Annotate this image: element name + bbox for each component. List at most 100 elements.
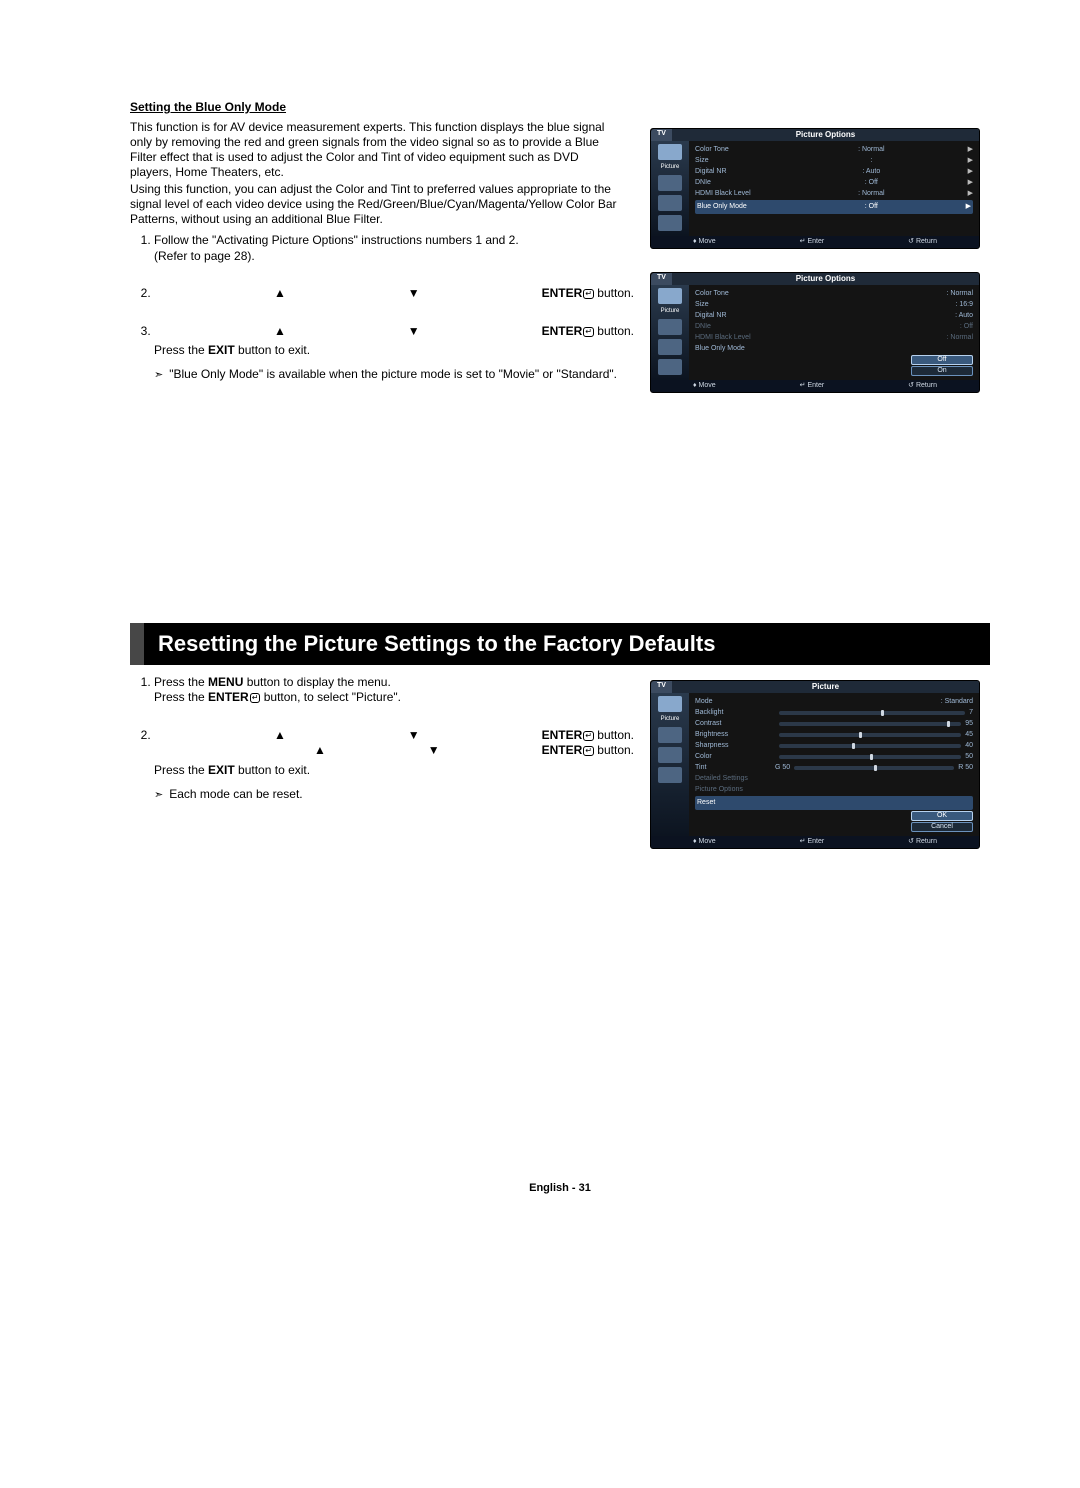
note-row: ➣ "Blue Only Mode" is available when the… — [154, 367, 634, 383]
osd2-footer: ♦ Move ↵ Enter ↺ Return — [651, 380, 979, 392]
osd3-sidebar-label: Picture — [661, 716, 680, 723]
sidebar-icon — [658, 319, 682, 335]
reset-step2-enter-2: ENTER↵ button. — [542, 743, 634, 759]
enter-label-2: ENTER — [542, 324, 583, 338]
osd-slider-row: Brightness45 — [695, 730, 973, 740]
reset-step2-enter-1: ENTER↵ button. — [542, 728, 634, 744]
sidebar-icon — [658, 727, 682, 743]
footer-move: ♦ Move — [693, 238, 716, 246]
page-footer: English - 31 — [130, 1182, 990, 1194]
section-heading-blue-only: Setting the Blue Only Mode — [130, 100, 990, 114]
step-3-placeholder-b: ▼ — [408, 324, 420, 340]
osd2-content: Color Tone: NormalSize: 16:9Digital NR: … — [689, 285, 979, 380]
option-box: OK — [911, 811, 973, 821]
step-1-text-b: (Refer to page 28). — [154, 249, 255, 263]
exit-bold: EXIT — [208, 343, 235, 357]
osd1-sidebar-label: Picture — [661, 164, 680, 171]
enter-label: ENTER — [542, 286, 583, 300]
osd-row: HDMI Black Level: Normal▶ — [695, 189, 973, 199]
osd-row: Blue Only Mode — [695, 344, 973, 354]
button-word-2: button. — [594, 324, 634, 338]
step-2-enter: ENTER↵ button. — [542, 286, 634, 302]
step-2-placeholder-a: ▲ — [274, 286, 286, 302]
enter-icon: ↵ — [583, 327, 594, 337]
reset-exit-post: button to exit. — [235, 763, 310, 777]
reset-step-1: Press the MENU button to display the men… — [154, 675, 644, 706]
sidebar-icon — [658, 359, 682, 375]
option-box: Cancel — [911, 822, 973, 832]
press-exit-post: button to exit. — [235, 343, 310, 357]
footer-enter: ↵ Enter — [800, 382, 825, 390]
footer-return: ↺ Return — [908, 238, 937, 246]
enter-label-4: ENTER — [542, 728, 583, 742]
osd1-sidebar: Picture — [651, 141, 689, 236]
reset-step1-b: button to display the menu. — [243, 675, 390, 689]
sidebar-icon — [658, 767, 682, 783]
osd3-content: Mode: StandardBacklight7Contrast95Bright… — [689, 693, 979, 836]
osd-row: DNIe: Off▶ — [695, 178, 973, 188]
enter-icon: ↵ — [250, 693, 261, 703]
sidebar-icon — [658, 195, 682, 211]
osd-slider-row: Contrast95 — [695, 719, 973, 729]
reset-step2-ph-a: ▲ — [274, 728, 286, 744]
reset-press-exit: Press the EXIT button to exit. — [154, 763, 644, 779]
reset-step2-ph-b: ▼ — [408, 728, 420, 744]
footer-return: ↺ Return — [908, 838, 937, 846]
step-2: ▲ ▼ ENTER↵ button. — [154, 286, 644, 302]
osd-reset-row: Reset — [695, 796, 973, 810]
osd-slider-row: Sharpness40 — [695, 741, 973, 751]
button-word: button. — [594, 286, 634, 300]
steps-list-blue-only: Follow the "Activating Picture Options" … — [130, 233, 644, 383]
footer-move: ♦ Move — [693, 382, 716, 390]
osd-row: HDMI Black Level: Normal — [695, 333, 973, 343]
intro-paragraph-2: Using this function, you can adjust the … — [130, 182, 620, 227]
osd-row: Color Tone: Normal▶ — [695, 145, 973, 155]
step-1-text-a: Follow the "Activating Picture Options" … — [154, 233, 519, 247]
osd-screenshot-2: TV Picture Options Picture Color Tone: N… — [650, 272, 980, 393]
osd-row: Size: 16:9 — [695, 300, 973, 310]
reset-step2-ph-c: ▲ — [314, 743, 326, 759]
osd-row: Digital NR: Auto▶ — [695, 167, 973, 177]
section-title-reset: Resetting the Picture Settings to the Fa… — [130, 623, 990, 665]
footer-return: ↺ Return — [908, 382, 937, 390]
osd-screenshot-3: TV Picture Picture Mode: StandardBacklig… — [650, 680, 980, 849]
osd1-content: Color Tone: Normal▶Size: ▶Digital NR: Au… — [689, 141, 979, 236]
osd3-title: Picture — [672, 681, 979, 693]
reset-step1-d: button, to select "Picture". — [260, 690, 401, 704]
osd1-title: Picture Options — [672, 129, 979, 141]
osd2-sidebar-label: Picture — [661, 308, 680, 315]
button-word-3: button. — [594, 728, 634, 742]
osd3-sidebar: Picture — [651, 693, 689, 836]
reset-step1-c: Press the — [154, 690, 208, 704]
enter-label-3: ENTER — [208, 690, 249, 704]
option-box: On — [911, 366, 973, 376]
note-text: "Blue Only Mode" is available when the p… — [169, 367, 617, 383]
step-1: Follow the "Activating Picture Options" … — [154, 233, 644, 264]
sidebar-picture-icon — [658, 144, 682, 160]
sidebar-icon — [658, 747, 682, 763]
footer-move: ♦ Move — [693, 838, 716, 846]
osd-row: Color Tone: Normal — [695, 289, 973, 299]
steps-list-reset: Press the MENU button to display the men… — [130, 675, 644, 803]
enter-label-5: ENTER — [542, 743, 583, 757]
osd-slider-row: Color50 — [695, 752, 973, 762]
press-exit-row: Press the EXIT button to exit. — [154, 343, 644, 359]
osd1-footer: ♦ Move ↵ Enter ↺ Return — [651, 236, 979, 248]
osd-row: Blue Only Mode: Off▶ — [695, 200, 973, 214]
osd-slider-row: Backlight7 — [695, 708, 973, 718]
enter-icon: ↵ — [583, 289, 594, 299]
step-3: ▲ ▼ ENTER↵ button. Press the EXIT button… — [154, 324, 644, 383]
sidebar-icon — [658, 339, 682, 355]
reset-exit-pre: Press the — [154, 763, 208, 777]
osd2-tab: TV — [651, 273, 672, 285]
osd3-tab: TV — [651, 681, 672, 693]
reset-note-row: ➣ Each mode can be reset. — [154, 787, 634, 803]
osd-screenshot-1: TV Picture Options Picture Color Tone: N… — [650, 128, 980, 249]
footer-enter: ↵ Enter — [800, 838, 825, 846]
note-arrow-icon: ➣ — [154, 788, 163, 804]
note-arrow-icon: ➣ — [154, 368, 163, 384]
intro-paragraph-1: This function is for AV device measureme… — [130, 120, 620, 180]
osd2-title: Picture Options — [672, 273, 979, 285]
option-box: Off — [911, 355, 973, 365]
osd-row: DNIe: Off — [695, 322, 973, 332]
